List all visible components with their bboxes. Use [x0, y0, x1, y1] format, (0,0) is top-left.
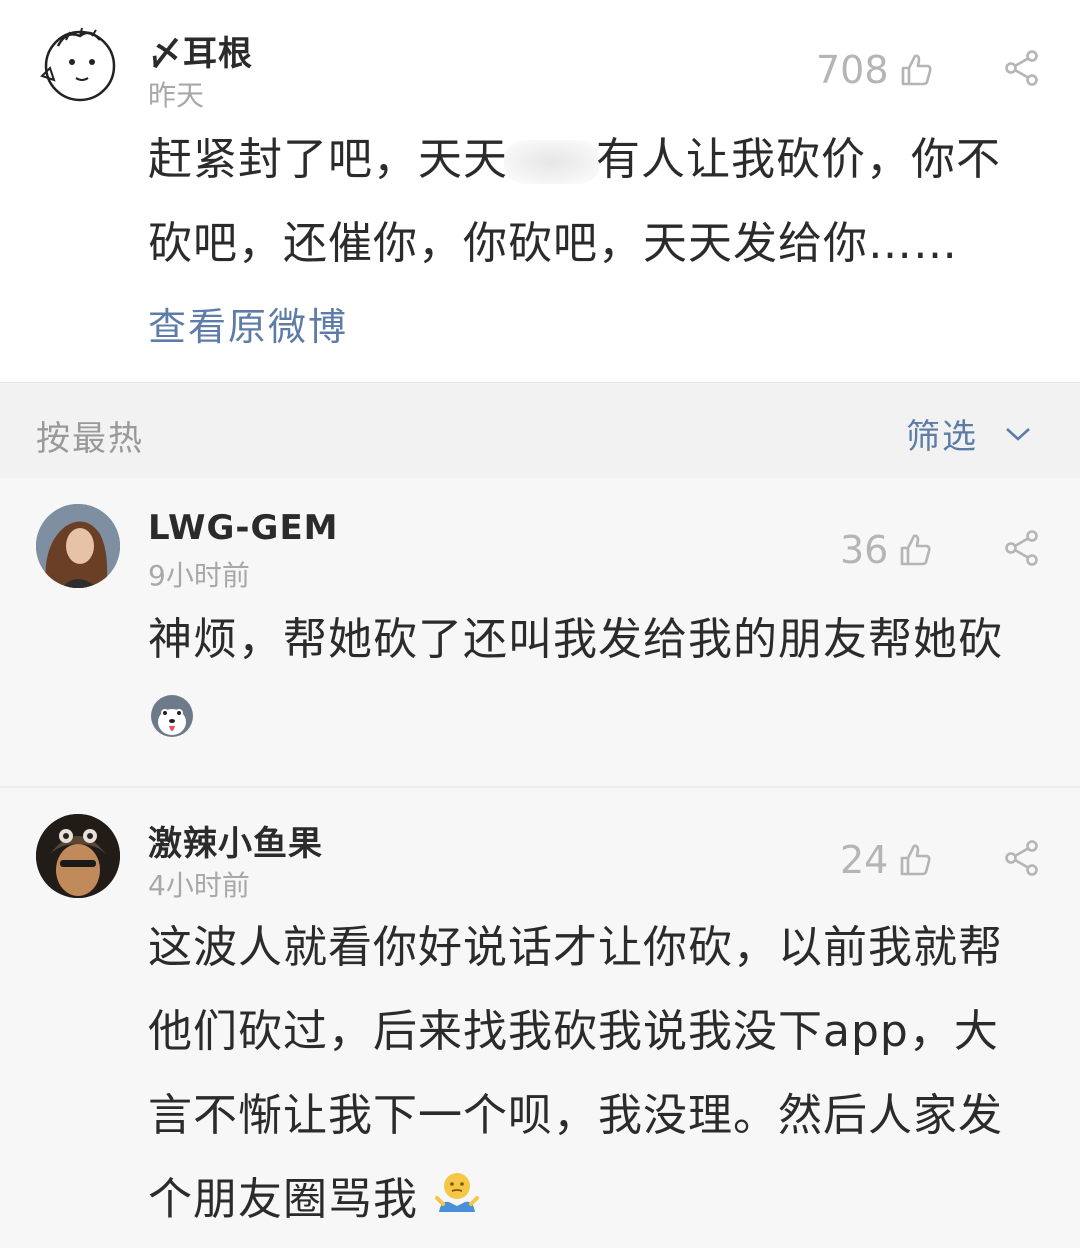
post-time: 昨天 [148, 79, 205, 112]
comment-time: 9小时前 [148, 559, 250, 592]
sort-by-hot[interactable]: 按最热 [36, 411, 144, 460]
comment-time: 4小时前 [148, 869, 250, 902]
filter-button[interactable]: 筛选 [906, 409, 1032, 458]
comment-item: 激辣小鱼果 4小时前 24 这波人就看你好说话才让你砍，以前我就帮他们砍过，后来… [0, 788, 1080, 1248]
like-button[interactable]: 708 [816, 48, 933, 92]
shrug-emoji-icon [433, 1160, 481, 1244]
share-icon[interactable] [1004, 530, 1040, 570]
thumbs-up-icon [901, 844, 931, 876]
avatar[interactable] [36, 504, 120, 588]
comment-text: 神烦，帮她砍了还叫我发给我的朋友帮她砍 [148, 598, 1026, 768]
avatar-photo-icon [36, 814, 120, 898]
comment-text-content: 这波人就看你好说话才让你砍，以前我就帮他们砍过，后来找我砍我说我没下app，大言… [148, 922, 1003, 1225]
avatar[interactable] [36, 814, 120, 898]
avatar[interactable] [36, 22, 120, 106]
comment-username[interactable]: 激辣小鱼果 [148, 816, 323, 865]
thumbs-up-icon [901, 54, 932, 86]
cartoon-face-icon [40, 27, 116, 102]
post-text: 赶紧封了吧，天天 有人让我砍价，你不砍吧，还催你，你砍吧，天天发给你…… [148, 118, 1026, 286]
like-button[interactable]: 24 [840, 838, 932, 882]
share-icon[interactable] [1004, 840, 1040, 880]
view-original-link[interactable]: 查看原微博 [148, 296, 348, 351]
sort-bar: 按最热 筛选 [0, 382, 1080, 478]
filter-label: 筛选 [906, 417, 978, 457]
share-icon[interactable] [1004, 50, 1040, 90]
original-post: 〆耳根 昨天 708 赶紧封了吧，天天 有人让我砍价，你不砍吧，还催你，你砍吧，天… [0, 0, 1080, 382]
comment-text-content: 神烦，帮她砍了还叫我发给我的朋友帮她砍 [148, 614, 1003, 665]
comment-username[interactable]: LWG-GEM [148, 508, 339, 548]
like-count: 24 [840, 838, 889, 882]
like-count: 36 [840, 528, 889, 572]
chevron-down-icon [1006, 427, 1030, 441]
redacted-blur [504, 140, 600, 184]
post-text-part1: 赶紧封了吧，天天 [148, 134, 508, 185]
like-button[interactable]: 36 [840, 528, 932, 572]
thumbs-up-icon [901, 534, 931, 566]
post-username[interactable]: 〆耳根 [148, 26, 253, 75]
like-count: 708 [816, 48, 889, 92]
husky-emoji-icon [148, 684, 196, 768]
avatar-photo-icon [36, 504, 120, 588]
comment-item: LWG-GEM 9小时前 36 神烦，帮她砍了还叫我发给我的朋友帮她砍 [0, 478, 1080, 786]
comment-text: 这波人就看你好说话才让你砍，以前我就帮他们砍过，后来找我砍我说我没下app，大言… [148, 906, 1026, 1244]
